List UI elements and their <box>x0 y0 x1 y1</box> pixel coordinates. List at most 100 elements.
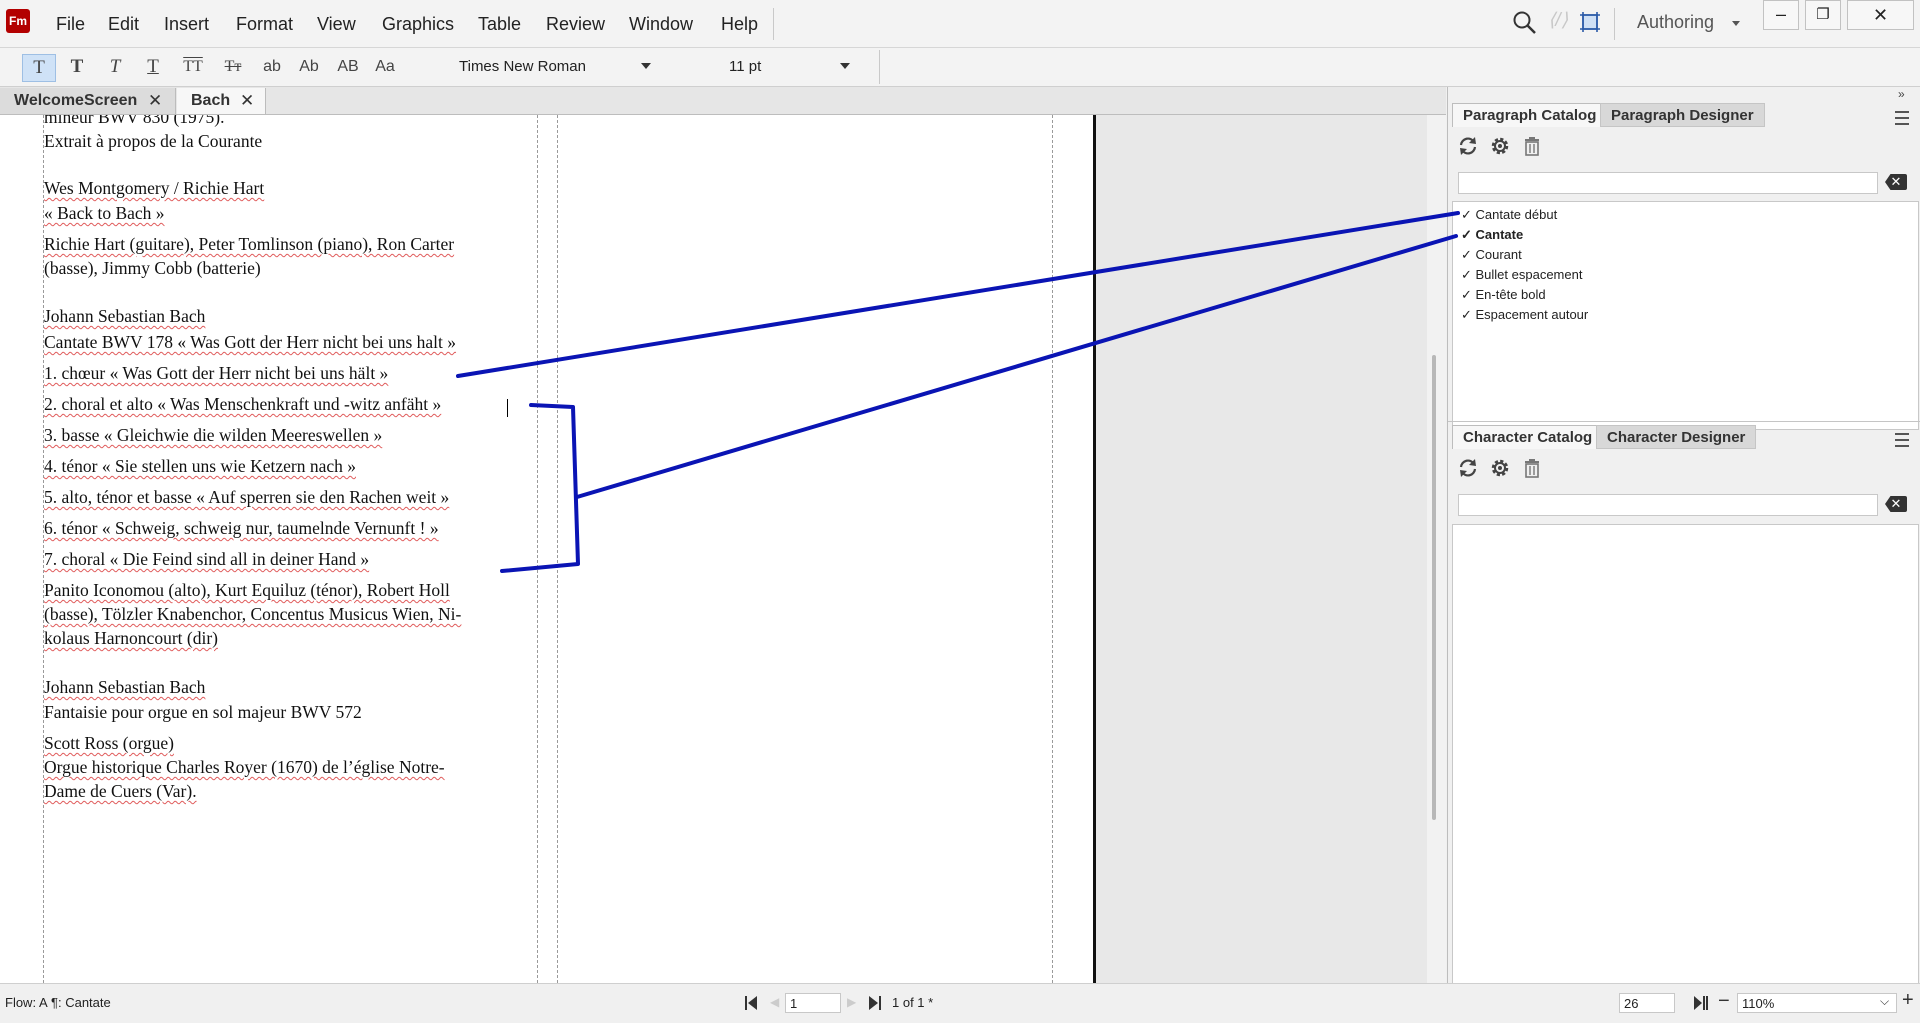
toggle-view-icon[interactable] <box>1693 995 1709 1011</box>
flow-indicator: Flow: A <box>5 995 48 1010</box>
clear-search-icon[interactable]: ✕ <box>1885 174 1907 190</box>
minimize-button[interactable]: – <box>1763 0 1799 30</box>
tab-character-designer[interactable]: Character Designer <box>1596 425 1757 449</box>
paragraph-tag-indicator: ¶: Cantate <box>51 995 111 1010</box>
menu-insert[interactable]: Insert <box>164 14 209 35</box>
font-size-chevron-icon[interactable] <box>840 63 850 69</box>
toolbar-separator <box>879 50 880 84</box>
workspace-switcher[interactable]: Authoring <box>1637 12 1714 33</box>
code-view-icon[interactable]: ⟨/⟩ <box>1548 9 1568 32</box>
doc-line: 2. choral et alto « Was Menschenkraft un… <box>44 394 442 414</box>
first-page-icon[interactable] <box>744 995 758 1011</box>
clear-search-icon[interactable]: ✕ <box>1885 496 1907 512</box>
tab-welcomescreen[interactable]: WelcomeScreen ✕ <box>0 88 176 114</box>
trash-icon[interactable] <box>1520 134 1544 158</box>
lowercase-button[interactable]: ab <box>258 54 286 80</box>
panel-menu-icon[interactable] <box>1895 111 1909 125</box>
frame-icon[interactable] <box>1578 10 1602 34</box>
tab-label: Bach <box>191 92 231 109</box>
tab-bach[interactable]: Bach ✕ <box>177 88 266 114</box>
doc-line: 5. alto, ténor et basse « Auf sperren si… <box>44 487 450 507</box>
doc-line: Johann Sebastian Bach <box>44 677 206 697</box>
formatting-toolbar: T T T T TT Tт ab Ab AB Aa Times New Roma… <box>0 48 1920 87</box>
tab-character-catalog[interactable]: Character Catalog <box>1452 425 1604 449</box>
doc-line: Richie Hart (guitare), Peter Tomlinson (… <box>44 234 455 254</box>
font-family-select[interactable]: Times New Roman <box>459 58 586 75</box>
doc-line: mineur BWV 830 (1975). <box>44 115 225 127</box>
doc-line: Cantate BWV 178 « Was Gott der Herr nich… <box>44 332 457 352</box>
doc-line: (basse), Jimmy Cobb (batterie) <box>44 258 261 278</box>
close-icon[interactable]: ✕ <box>240 88 254 114</box>
doc-line: Dame de Cuers (Var). <box>44 781 197 801</box>
font-size-select[interactable]: 11 pt <box>729 58 761 75</box>
previous-page-icon[interactable]: ◀ <box>770 995 779 1009</box>
list-item[interactable]: ✓ Bullet espacement <box>1461 267 1582 283</box>
page-count: 1 of 1 * <box>892 995 934 1010</box>
italic-button[interactable]: T <box>100 54 130 80</box>
uppercase-button[interactable]: AB <box>332 54 364 80</box>
menu-graphics[interactable]: Graphics <box>382 14 454 35</box>
vertical-scrollbar[interactable] <box>1427 115 1446 983</box>
list-item-selected[interactable]: ✓ Cantate <box>1461 227 1523 243</box>
next-page-icon[interactable]: ▶ <box>847 995 856 1009</box>
app-logo: Fm <box>6 9 30 33</box>
gear-icon[interactable] <box>1488 456 1512 480</box>
list-item[interactable]: ✓ Espacement autour <box>1461 307 1588 323</box>
view-value-input[interactable]: 26 <box>1619 993 1675 1013</box>
small-caps-button[interactable]: Aa <box>370 54 400 80</box>
menu-bar: Fm File Edit Insert Format View Graphics… <box>0 0 1920 48</box>
page-number-input[interactable]: 1 <box>785 993 841 1013</box>
doc-line: « Back to Bach » <box>44 203 165 223</box>
doc-line: kolaus Harnoncourt (dir) <box>44 628 218 648</box>
last-page-icon[interactable] <box>868 995 882 1011</box>
panel-divider <box>1448 421 1920 422</box>
workspace-chevron-icon[interactable] <box>1732 21 1740 26</box>
paragraph-tag-list: ✓ Cantate début ✓ Cantate ✓ Courant ✓ Bu… <box>1452 201 1919 430</box>
overline-button[interactable]: TT <box>176 54 210 80</box>
zoom-in-icon[interactable]: + <box>1902 989 1914 1012</box>
menu-format[interactable]: Format <box>236 14 293 35</box>
doc-line: Fantaisie pour orgue en sol majeur BWV 5… <box>44 702 362 722</box>
doc-line: 4. ténor « Sie stellen uns wie Ketzern n… <box>44 456 356 476</box>
paragraph-search-input[interactable] <box>1458 172 1878 194</box>
menu-file[interactable]: File <box>56 14 85 35</box>
refresh-icon[interactable] <box>1456 456 1480 480</box>
close-icon[interactable]: ✕ <box>148 88 162 114</box>
zoom-out-icon[interactable]: − <box>1718 990 1730 1013</box>
menu-review[interactable]: Review <box>546 14 605 35</box>
font-family-chevron-icon[interactable] <box>641 63 651 69</box>
tab-paragraph-designer[interactable]: Paragraph Designer <box>1600 103 1765 127</box>
zoom-chevron-icon[interactable]: ⌵ <box>1880 994 1889 1009</box>
close-window-button[interactable]: ✕ <box>1847 0 1914 30</box>
gear-icon[interactable] <box>1488 134 1512 158</box>
workspace-separator <box>1614 8 1615 40</box>
menu-view[interactable]: View <box>317 14 356 35</box>
scrollbar-thumb[interactable] <box>1432 355 1436 820</box>
restore-button[interactable]: ❐ <box>1805 0 1841 30</box>
zoom-select[interactable]: 110% <box>1737 993 1897 1013</box>
menu-table[interactable]: Table <box>478 14 521 35</box>
search-icon[interactable] <box>1512 10 1538 36</box>
status-bar: Flow: A ¶: Cantate ◀ 1 ▶ 1 of 1 * 26 − 1… <box>0 983 1920 1023</box>
plain-text-button[interactable]: T <box>22 54 56 82</box>
menu-edit[interactable]: Edit <box>108 14 139 35</box>
menu-help[interactable]: Help <box>721 14 758 35</box>
doc-line: 3. basse « Gleichwie die wilden Meereswe… <box>44 425 383 445</box>
initial-caps-button[interactable]: Ab <box>294 54 324 80</box>
list-item[interactable]: ✓ Cantate début <box>1461 207 1557 223</box>
list-item[interactable]: ✓ Courant <box>1461 247 1522 263</box>
doc-line: 7. choral « Die Feind sind all in deiner… <box>44 549 370 569</box>
bold-button[interactable]: T <box>62 54 92 80</box>
collapse-panels-icon[interactable]: » <box>1898 87 1905 101</box>
doc-line: Scott Ross (orgue) <box>44 733 174 753</box>
menu-window[interactable]: Window <box>629 14 693 35</box>
list-item[interactable]: ✓ En-tête bold <box>1461 287 1546 303</box>
tab-label: WelcomeScreen <box>14 92 138 109</box>
trash-icon[interactable] <box>1520 456 1544 480</box>
panel-menu-icon[interactable] <box>1895 433 1909 447</box>
refresh-icon[interactable] <box>1456 134 1480 158</box>
character-search-input[interactable] <box>1458 494 1878 516</box>
strikethrough-button[interactable]: Tт <box>216 54 250 80</box>
tab-paragraph-catalog[interactable]: Paragraph Catalog <box>1452 103 1608 127</box>
underline-button[interactable]: T <box>138 54 168 80</box>
